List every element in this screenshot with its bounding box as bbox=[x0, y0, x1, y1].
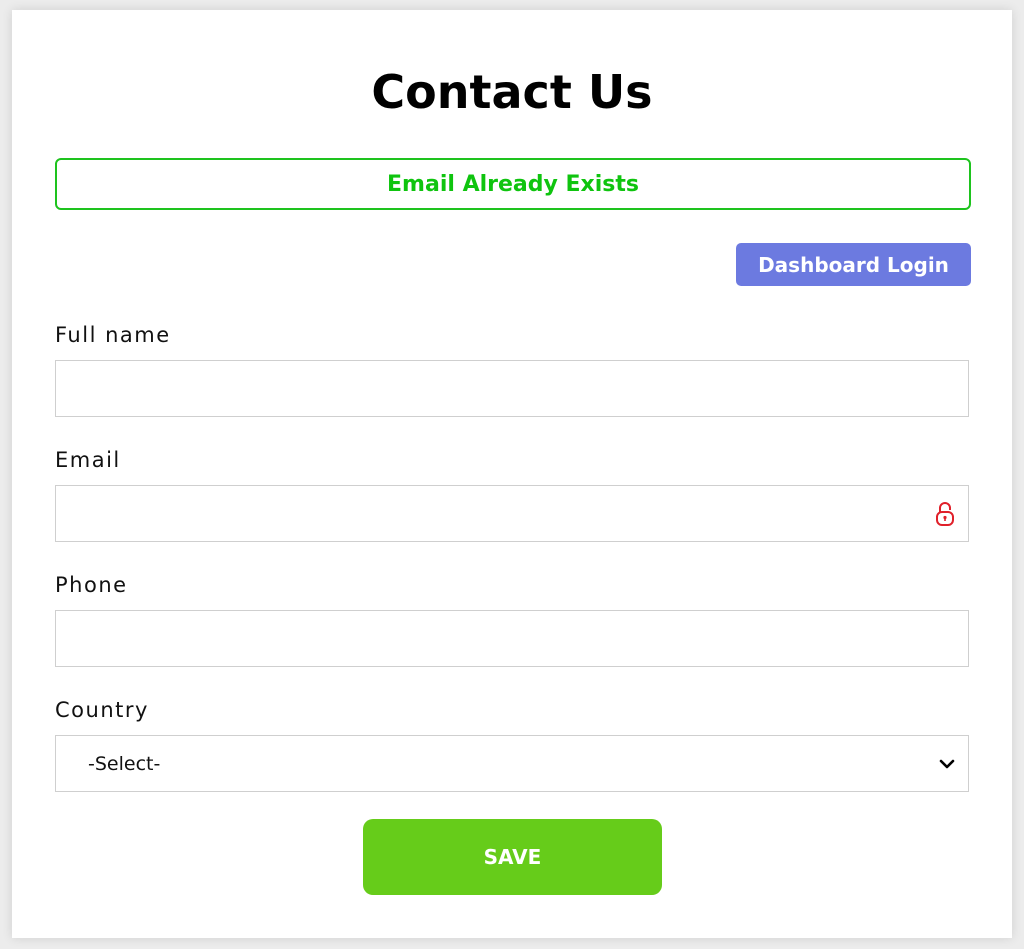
chevron-down-icon bbox=[938, 755, 956, 773]
contact-form-card: Contact Us Email Already Exists Dashboar… bbox=[12, 10, 1012, 938]
full-name-field-wrapper bbox=[55, 360, 969, 417]
country-selected-value: -Select- bbox=[88, 752, 161, 775]
alert-message: Email Already Exists bbox=[387, 171, 639, 197]
email-label: Email bbox=[55, 448, 121, 472]
dashboard-login-button[interactable]: Dashboard Login bbox=[736, 243, 971, 286]
email-exists-alert: Email Already Exists bbox=[55, 158, 971, 210]
email-field-wrapper bbox=[55, 485, 969, 542]
page-title: Contact Us bbox=[371, 65, 653, 119]
lock-icon[interactable] bbox=[934, 501, 956, 527]
phone-field-wrapper bbox=[55, 610, 969, 667]
save-label: SAVE bbox=[483, 845, 542, 869]
save-button[interactable]: SAVE bbox=[363, 819, 662, 895]
full-name-input[interactable] bbox=[56, 361, 968, 416]
phone-input[interactable] bbox=[56, 611, 968, 666]
full-name-label: Full name bbox=[55, 323, 171, 347]
dashboard-login-label: Dashboard Login bbox=[758, 252, 949, 277]
country-label: Country bbox=[55, 698, 149, 722]
country-select[interactable]: -Select- bbox=[55, 735, 969, 792]
email-input[interactable] bbox=[56, 486, 968, 541]
phone-label: Phone bbox=[55, 573, 128, 597]
